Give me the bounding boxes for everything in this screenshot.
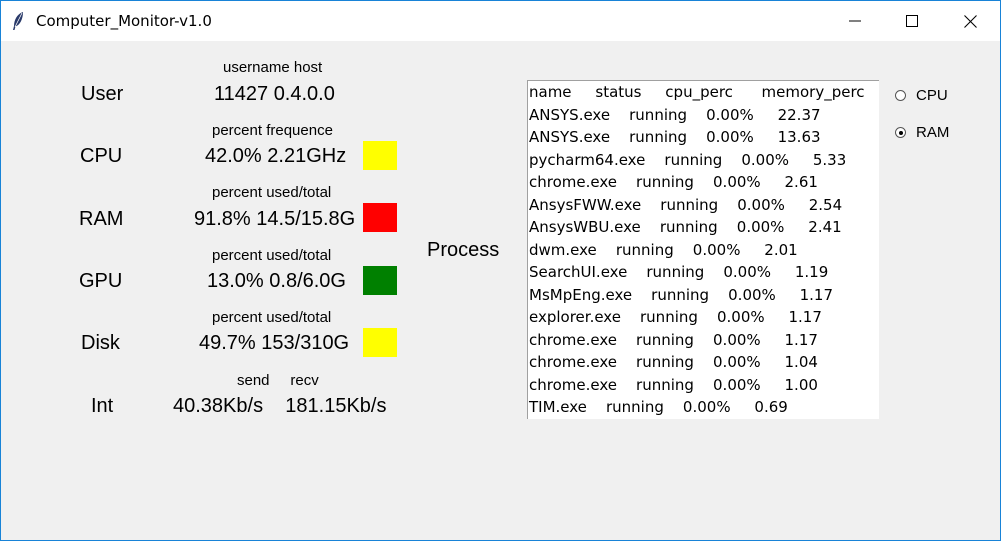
ram-value: 91.8% 14.5/15.8G xyxy=(194,208,356,230)
title-bar[interactable]: Computer_Monitor-v1.0 xyxy=(1,1,1000,41)
disk-label: Disk xyxy=(81,332,120,354)
process-list-item[interactable]: chrome.exe running 0.00% 1.17 xyxy=(528,329,879,352)
process-list-item[interactable]: pycharm64.exe running 0.00% 5.33 xyxy=(528,149,879,172)
disk-status-indicator xyxy=(363,328,397,357)
minimize-button[interactable] xyxy=(826,1,884,41)
process-list-item[interactable]: chrome.exe running 0.00% 1.04 xyxy=(528,351,879,374)
cpu-status-indicator xyxy=(363,141,397,170)
minimize-icon xyxy=(849,20,861,22)
process-list-item[interactable]: ANSYS.exe running 0.00% 22.37 xyxy=(528,104,879,127)
maximize-button[interactable] xyxy=(883,1,941,41)
ram-label: RAM xyxy=(79,208,124,230)
process-list-header[interactable]: name status cpu_perc memory_perc xyxy=(528,81,879,104)
sort-radio-cpu-label: CPU xyxy=(916,87,948,104)
radio-circle-icon xyxy=(895,90,906,101)
sort-radio-ram-label: RAM xyxy=(916,124,950,141)
gpu-status-indicator xyxy=(363,266,397,295)
process-list-item[interactable]: chrome.exe running 0.00% 2.61 xyxy=(528,171,879,194)
process-list-item[interactable]: explorer.exe running 0.00% 1.17 xyxy=(528,306,879,329)
process-label: Process xyxy=(427,239,500,261)
ram-status-indicator xyxy=(363,203,397,232)
process-list-item[interactable]: SearchUI.exe running 0.00% 1.19 xyxy=(528,261,879,284)
ram-header: percent used/total xyxy=(212,184,332,201)
cpu-value: 42.0% 2.21GHz xyxy=(205,145,347,167)
disk-header: percent used/total xyxy=(212,309,332,326)
process-list-item[interactable]: chrome.exe running 0.00% 1.00 xyxy=(528,374,879,397)
app-window: Computer_Monitor-v1.0 username host User… xyxy=(0,0,1001,541)
disk-value: 49.7% 153/310G xyxy=(199,332,350,354)
int-value: 40.38Kb/s 181.15Kb/s xyxy=(173,395,387,417)
process-listbox[interactable]: name status cpu_perc memory_perc ANSYS.ex… xyxy=(527,80,879,419)
close-icon xyxy=(963,14,977,28)
int-label: Int xyxy=(91,395,114,417)
user-label: User xyxy=(81,83,124,105)
user-header: username host xyxy=(223,59,323,76)
int-header: send recv xyxy=(237,372,319,389)
gpu-label: GPU xyxy=(79,270,123,292)
gpu-header: percent used/total xyxy=(212,247,332,264)
process-list-item[interactable]: AnsysWBU.exe running 0.00% 2.41 xyxy=(528,216,879,239)
process-list-item[interactable]: AnsysFWW.exe running 0.00% 2.54 xyxy=(528,194,879,217)
sort-radio-cpu[interactable]: CPU xyxy=(895,87,948,104)
feather-icon xyxy=(13,12,23,30)
cpu-header: percent frequence xyxy=(212,122,333,139)
process-list-item[interactable]: TIM.exe running 0.00% 0.69 xyxy=(528,396,879,419)
sort-radio-ram[interactable]: RAM xyxy=(895,124,949,141)
radio-selected-dot-icon xyxy=(898,130,903,135)
process-list-item[interactable]: dwm.exe running 0.00% 2.01 xyxy=(528,239,879,262)
close-button[interactable] xyxy=(941,1,999,41)
gpu-value: 13.0% 0.8/6.0G xyxy=(207,270,346,292)
process-list-item[interactable]: ANSYS.exe running 0.00% 13.63 xyxy=(528,126,879,149)
user-value: 11427 0.4.0.0 xyxy=(214,83,335,105)
maximize-icon xyxy=(906,15,918,27)
radio-circle-icon xyxy=(895,127,906,138)
cpu-label: CPU xyxy=(80,145,123,167)
window-title: Computer_Monitor-v1.0 xyxy=(36,12,212,30)
process-list-item[interactable]: MsMpEng.exe running 0.00% 1.17 xyxy=(528,284,879,307)
